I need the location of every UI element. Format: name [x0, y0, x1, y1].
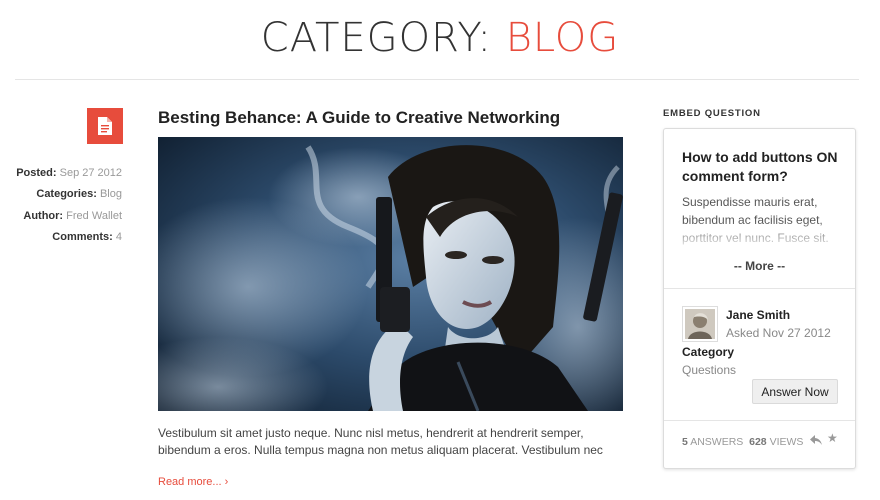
- page-title-category: BLOG: [505, 15, 620, 61]
- question-text-fade: [682, 221, 847, 249]
- author-name[interactable]: Jane Smith: [726, 308, 790, 322]
- star-icon[interactable]: ★: [827, 431, 838, 445]
- page-header: CATEGORY: BLOG: [0, 0, 880, 80]
- reply-icon[interactable]: [809, 433, 823, 447]
- embed-question-heading: EMBED QUESTION: [663, 108, 761, 119]
- meta-label: Comments:: [52, 230, 113, 243]
- meta-posted: Posted: Sep 27 2012: [10, 163, 122, 184]
- card-divider: [664, 288, 855, 289]
- more-link[interactable]: -- More --: [664, 259, 855, 273]
- answer-now-button[interactable]: Answer Now: [752, 379, 838, 404]
- views-label: VIEWS: [769, 436, 804, 448]
- header-divider: [15, 79, 859, 80]
- question-title[interactable]: How to add buttons ON comment form?: [682, 148, 842, 186]
- page-title-prefix: CATEGORY:: [260, 15, 492, 61]
- meta-value[interactable]: Fred Wallet: [66, 210, 122, 222]
- meta-value[interactable]: 4: [116, 231, 122, 243]
- read-more-link[interactable]: Read more... ›: [158, 476, 228, 488]
- post-meta: Posted: Sep 27 2012 Categories: Blog Aut…: [10, 163, 122, 248]
- category-value[interactable]: Questions: [682, 363, 736, 377]
- asked-date: Asked Nov 27 2012: [726, 326, 831, 340]
- meta-author: Author: Fred Wallet: [10, 206, 122, 227]
- avatar[interactable]: [682, 306, 718, 342]
- document-icon: [87, 108, 123, 144]
- meta-label: Author:: [23, 209, 64, 222]
- page-title: CATEGORY: BLOG: [0, 14, 880, 62]
- post-title[interactable]: Besting Behance: A Guide to Creative Net…: [158, 108, 560, 128]
- answers-count: 5: [682, 436, 688, 448]
- views-count: 628: [749, 436, 767, 448]
- category-label: Category: [682, 345, 735, 359]
- meta-label: Posted:: [16, 167, 57, 179]
- meta-comments: Comments: 4: [10, 227, 122, 248]
- meta-value[interactable]: Blog: [100, 188, 122, 200]
- answers-label: ANSWERS: [690, 436, 744, 448]
- post-featured-image[interactable]: [158, 137, 623, 411]
- question-card: How to add buttons ON comment form? Susp…: [663, 128, 856, 469]
- meta-value: Sep 27 2012: [59, 167, 122, 179]
- meta-categories: Categories: Blog: [10, 184, 122, 205]
- meta-label: Categories:: [36, 188, 97, 201]
- question-stats: 5 ANSWERS 628 VIEWS: [682, 436, 803, 448]
- card-divider: [664, 420, 855, 421]
- post-excerpt: Vestibulum sit amet justo neque. Nunc ni…: [158, 426, 603, 457]
